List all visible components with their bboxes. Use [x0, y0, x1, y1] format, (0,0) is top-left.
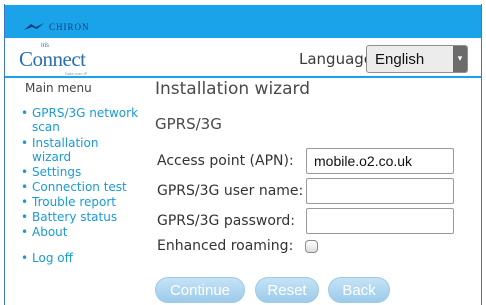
- menu-item-label[interactable]: Trouble report: [21, 195, 141, 209]
- bullet-icon: •: [21, 251, 29, 265]
- section-title: GPRS/3G: [155, 115, 222, 133]
- apn-label: Access point (APN):: [157, 153, 294, 169]
- dropdown-arrow-icon[interactable]: ▾: [453, 46, 467, 72]
- menu-item-settings[interactable]: • Settings: [21, 165, 141, 179]
- username-label: GPRS/3G user name:: [157, 183, 304, 199]
- header-divider: [5, 76, 481, 78]
- menu-item-label[interactable]: GPRS/3G network scan: [21, 106, 141, 134]
- bullet-icon: •: [21, 210, 29, 224]
- menu-item-installation-wizard[interactable]: • Installation wizard: [21, 136, 141, 164]
- chiron-mark-icon: [24, 23, 44, 30]
- menu-item-network-scan[interactable]: • GPRS/3G network scan: [21, 106, 141, 134]
- menu-item-label[interactable]: Connection test: [21, 180, 141, 194]
- bullet-icon: •: [21, 195, 29, 209]
- bullet-icon: •: [21, 136, 29, 150]
- bullet-icon: •: [21, 180, 29, 194]
- menu-item-battery-status[interactable]: • Battery status: [21, 210, 141, 224]
- page-title: Installation wizard: [155, 79, 311, 99]
- username-input[interactable]: [306, 178, 454, 204]
- menu-item-connection-test[interactable]: • Connection test: [21, 180, 141, 194]
- menu-item-about[interactable]: • About: [21, 225, 141, 239]
- bullet-icon: •: [21, 106, 29, 120]
- menu-item-label[interactable]: About: [21, 225, 141, 239]
- back-button[interactable]: Back: [328, 277, 390, 303]
- bullet-icon: •: [21, 225, 29, 239]
- product-name: Connect: [19, 47, 86, 71]
- password-input[interactable]: [306, 208, 454, 234]
- top-banner: CHIRON: [5, 5, 481, 38]
- continue-button[interactable]: Continue: [155, 277, 245, 303]
- roaming-checkbox[interactable]: [305, 240, 318, 253]
- apn-input[interactable]: [306, 148, 454, 174]
- bullet-icon: •: [21, 165, 29, 179]
- menu-item-label[interactable]: Log off: [21, 251, 141, 265]
- menu-item-label[interactable]: Settings: [21, 165, 141, 179]
- language-select[interactable]: English ▾: [366, 45, 468, 73]
- menu-item-label[interactable]: Installation wizard: [21, 136, 141, 164]
- brand-name: CHIRON: [49, 22, 90, 32]
- roaming-label: Enhanced roaming:: [157, 238, 294, 254]
- reset-button[interactable]: Reset: [255, 277, 319, 303]
- language-selected-value: English: [375, 51, 425, 68]
- menu-item-log-off[interactable]: • Log off: [21, 251, 141, 265]
- chiron-logo: CHIRON: [23, 20, 90, 34]
- password-label: GPRS/3G password:: [157, 213, 296, 229]
- menu-item-label[interactable]: Battery status: [21, 210, 141, 224]
- menu-title: Main menu: [25, 81, 92, 95]
- menu-item-trouble-report[interactable]: • Trouble report: [21, 195, 141, 209]
